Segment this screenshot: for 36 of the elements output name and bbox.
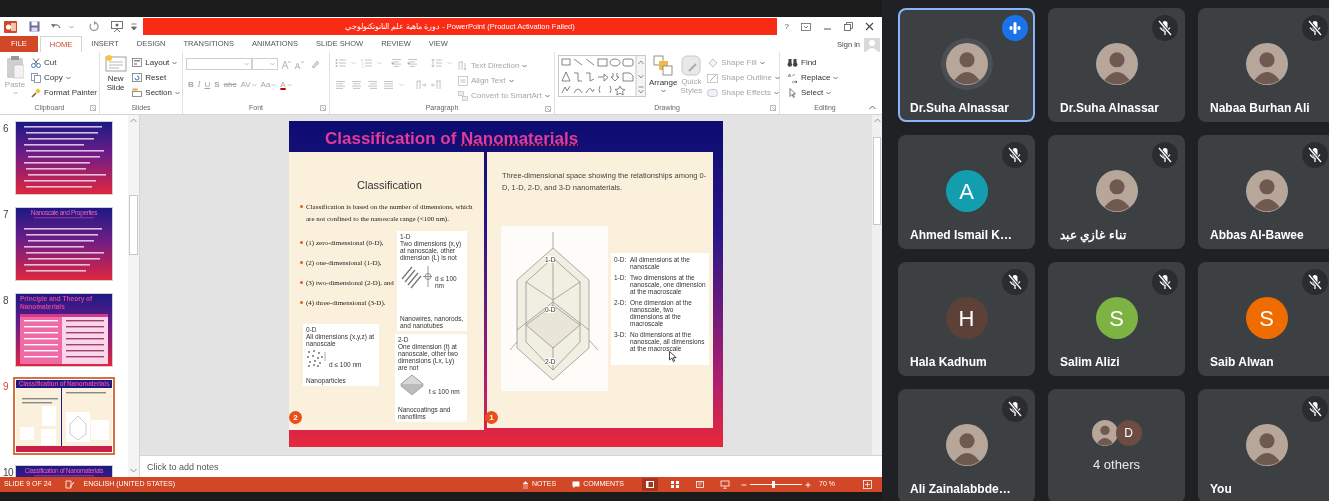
copy-button[interactable]: Copy (29, 70, 99, 85)
participant-name: تناء غازي عبد (1060, 227, 1126, 244)
reset-button[interactable]: Reset (130, 70, 182, 85)
avatar: D (1115, 420, 1142, 446)
participant-name: 4 others (1093, 456, 1140, 474)
slide-number: 9 (2, 380, 10, 392)
select-button[interactable]: Select (785, 85, 870, 100)
participant-name: Saib Alwan (1210, 354, 1274, 371)
participant-name: Ahmed Ismail K… (910, 227, 1013, 244)
format-painter-button[interactable]: Format Painter (29, 85, 99, 100)
new-slide-button[interactable]: New Slide (103, 55, 129, 102)
participant-name: Ali Zainalabbde… (910, 481, 1011, 498)
participant-name: You (1210, 481, 1232, 498)
avatar: S (1245, 297, 1288, 339)
avatar: S (1095, 297, 1138, 339)
participant-name: Dr.Suha Alnassar (1060, 100, 1159, 117)
participant-name: Hala Kadhum (910, 354, 987, 371)
replace-button[interactable]: Replace (785, 70, 870, 85)
avatar: H (945, 297, 988, 339)
section-button[interactable]: Section (130, 85, 182, 100)
arrange-button[interactable]: Arrange (649, 55, 678, 102)
help-button[interactable]: ? (782, 20, 791, 33)
slide-number: 10 (2, 466, 15, 477)
slide-number: 8 (2, 294, 10, 306)
find-button[interactable]: Find (785, 55, 870, 70)
slide-number: 6 (2, 122, 10, 134)
layout-button[interactable]: Layout (130, 55, 182, 70)
slide-title: Classification of Nanomaterials (325, 128, 579, 150)
participant-name: Abbas Al-Bawee (1210, 227, 1304, 244)
slide-number: 7 (2, 208, 10, 220)
participant-name: Dr.Suha Alnassar (910, 100, 1009, 117)
cut-button[interactable]: Cut (29, 55, 99, 70)
participant-name: Salim Alizi (1060, 354, 1120, 371)
avatar: A (945, 170, 988, 212)
participant-name: Nabaa Burhan Ali (1210, 100, 1310, 117)
panel-heading: Classification (357, 178, 422, 193)
